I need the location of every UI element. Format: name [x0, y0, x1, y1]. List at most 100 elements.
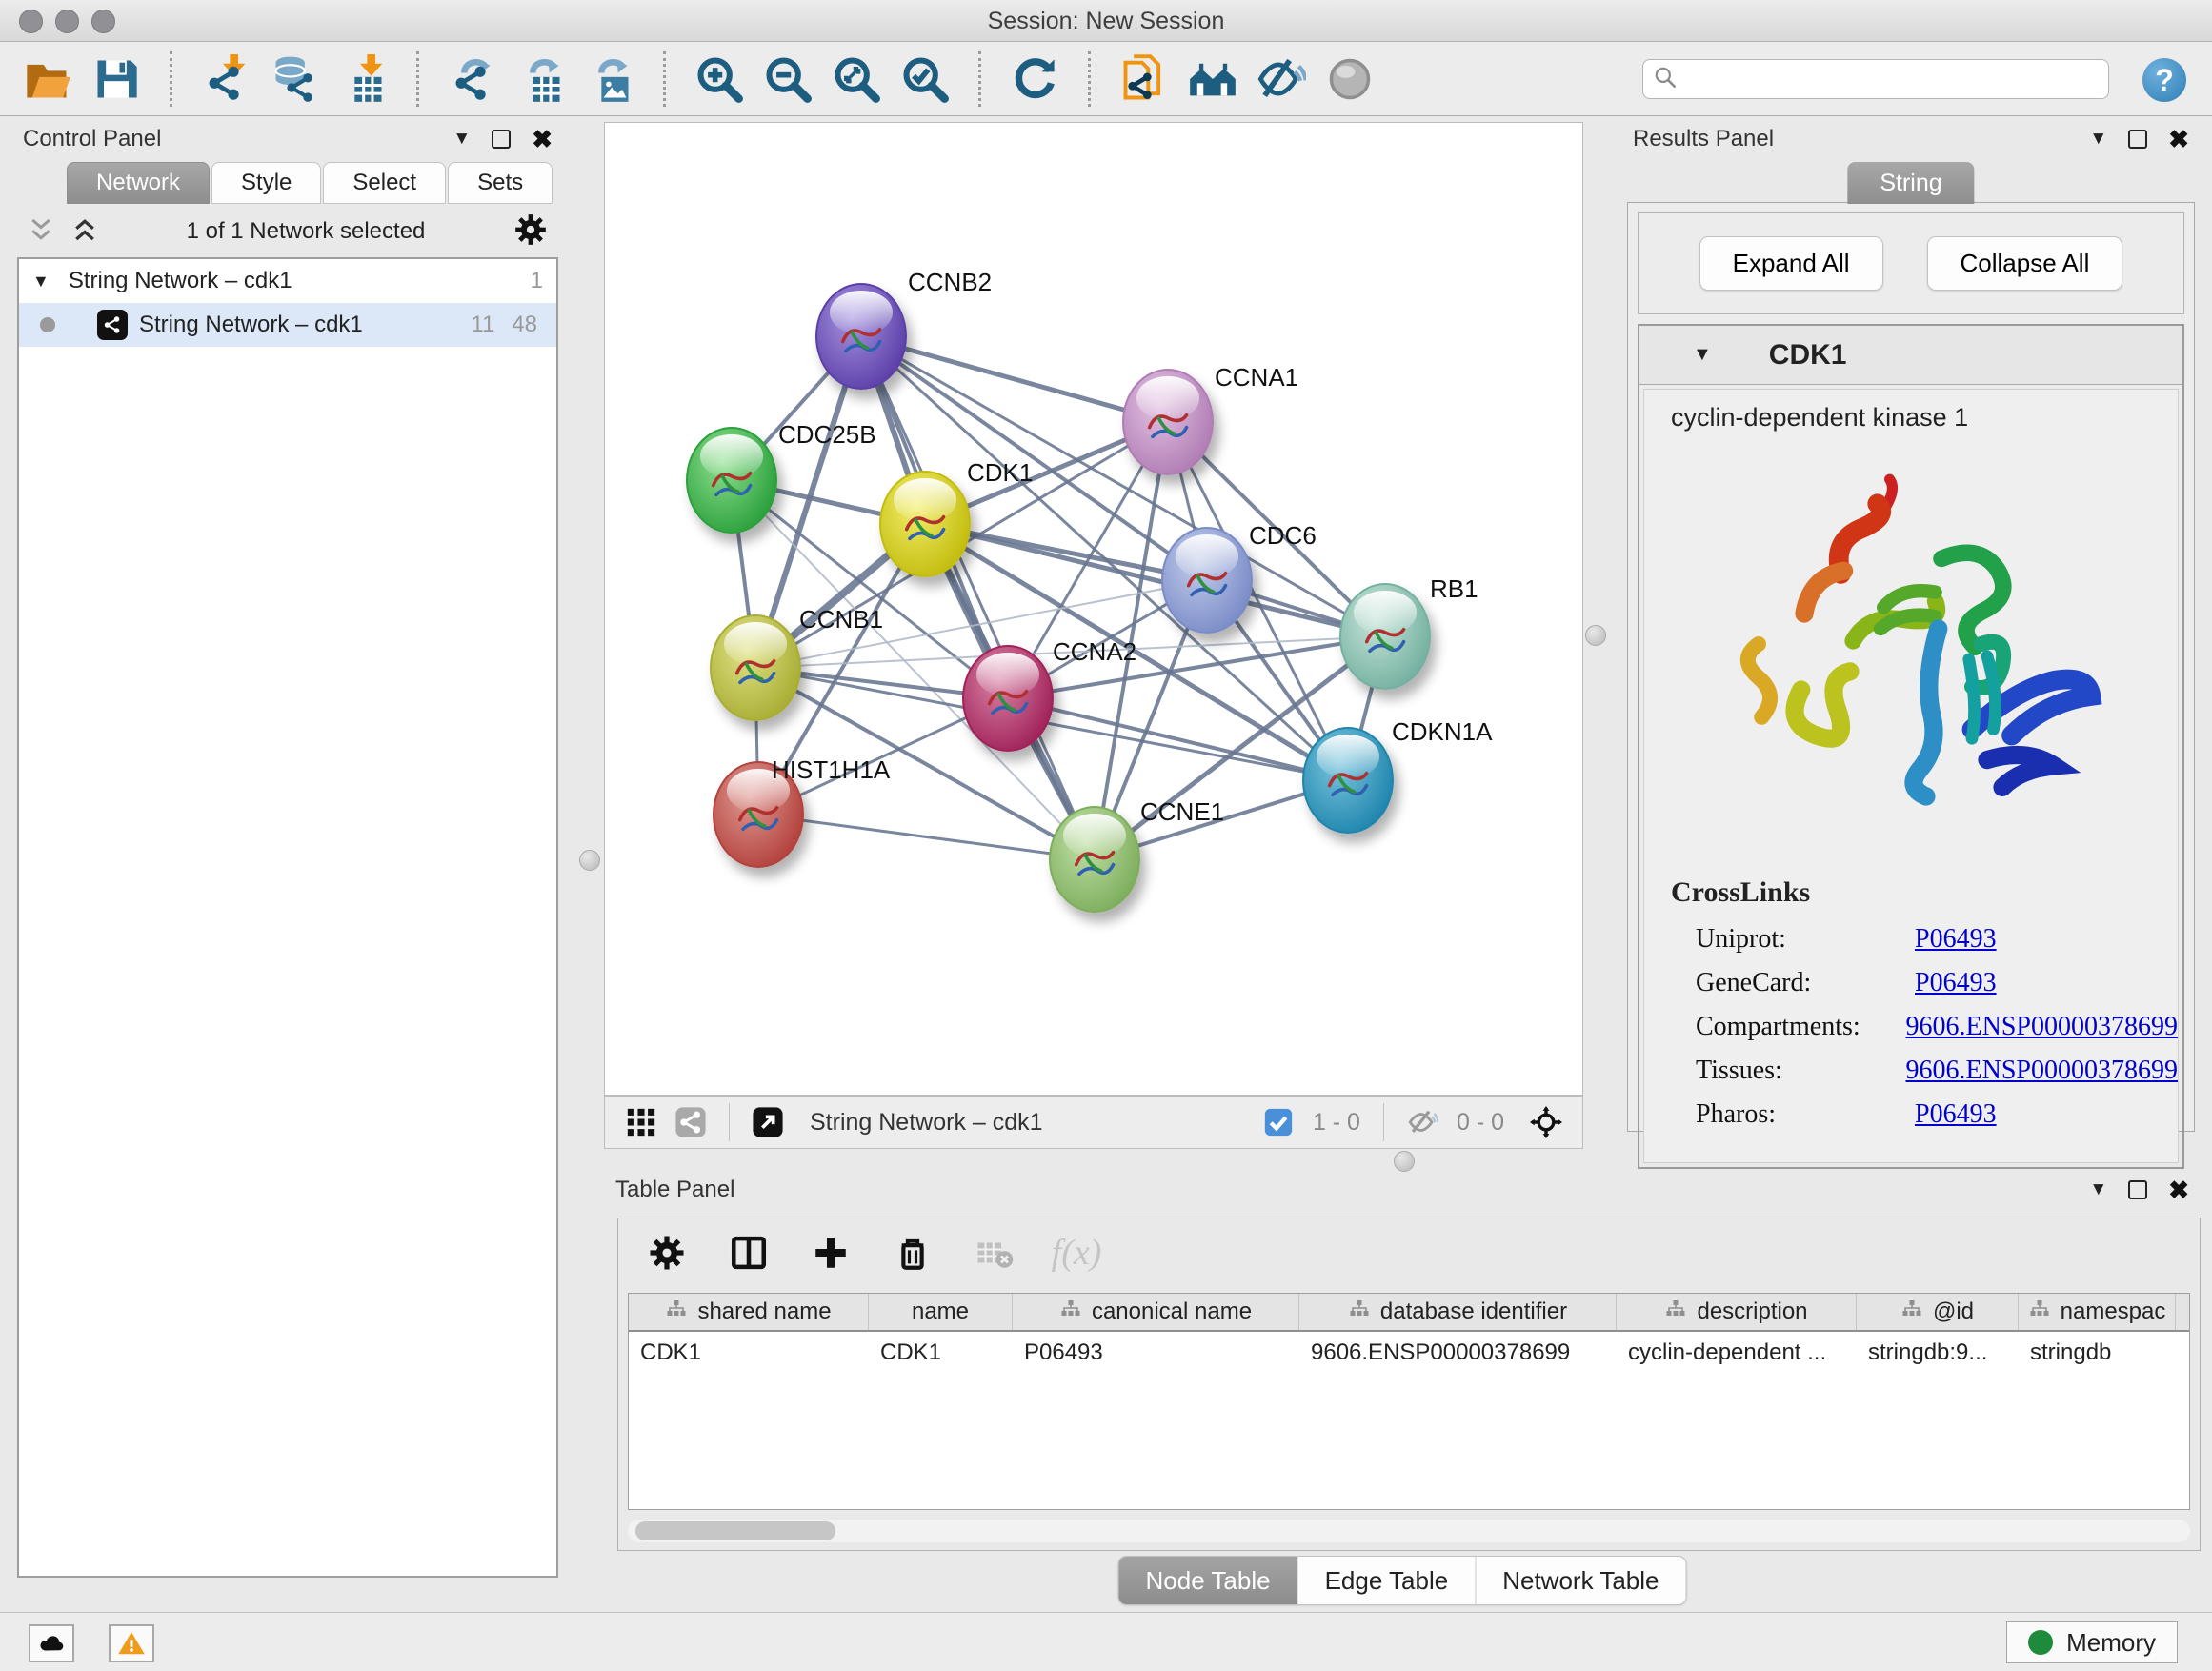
column-header-name[interactable]: name: [869, 1294, 1013, 1330]
node-cdc6[interactable]: [1161, 527, 1253, 634]
node-cdk1[interactable]: [879, 471, 971, 577]
node-result-header[interactable]: ▼ CDK1: [1639, 326, 2182, 385]
network-badge-gray-icon[interactable]: [672, 1103, 710, 1141]
panel-close-icon[interactable]: ✖: [532, 127, 553, 151]
delete-column-icon[interactable]: [891, 1231, 935, 1275]
table-row[interactable]: CDK1CDK1P064939606.ENSP00000378699cyclin…: [629, 1332, 2189, 1374]
zoom-in-icon[interactable]: [685, 50, 754, 108]
open-session-icon[interactable]: [13, 50, 82, 108]
zoom-selected-icon[interactable]: [891, 50, 959, 108]
selected-checkbox-icon[interactable]: [1259, 1103, 1297, 1141]
export-network-icon[interactable]: [438, 50, 507, 108]
tab-edge-table[interactable]: Edge Table: [1298, 1557, 1477, 1604]
import-table-icon[interactable]: [329, 50, 397, 108]
table-settings-gear-icon[interactable]: [645, 1231, 689, 1275]
crosslink-link[interactable]: 9606.ENSP00000378699: [1906, 1012, 2178, 1042]
panel-menu-icon[interactable]: ▼: [2089, 129, 2107, 150]
panel-float-icon[interactable]: [2128, 1180, 2147, 1199]
column-header-description[interactable]: description: [1617, 1294, 1857, 1330]
cloud-status-icon[interactable]: [29, 1624, 74, 1662]
crosslink-link[interactable]: P06493: [1915, 968, 1997, 998]
edge[interactable]: [861, 336, 1095, 859]
cell-shared-name[interactable]: CDK1: [629, 1339, 869, 1366]
tab-select[interactable]: Select: [323, 162, 446, 204]
panel-float-icon[interactable]: [2128, 130, 2147, 149]
cell-namespac[interactable]: stringdb: [2019, 1339, 2176, 1366]
export-image-icon[interactable]: [575, 50, 644, 108]
collapse-all-icon[interactable]: [27, 215, 55, 249]
node-cdc25b[interactable]: [686, 427, 777, 534]
tab-node-table[interactable]: Node Table: [1119, 1557, 1298, 1604]
node-ccnb1[interactable]: [710, 614, 801, 721]
network-options-gear-icon[interactable]: [513, 211, 549, 252]
node-ccne1[interactable]: [1049, 806, 1140, 913]
add-column-icon[interactable]: [809, 1231, 853, 1275]
hide-selected-icon[interactable]: [1247, 50, 1316, 108]
scrollbar-thumb[interactable]: [635, 1521, 835, 1540]
warning-icon[interactable]: [109, 1624, 154, 1662]
cell-canonical-name[interactable]: P06493: [1013, 1339, 1299, 1366]
save-session-icon[interactable]: [82, 50, 151, 108]
collection-disclosure-icon[interactable]: ▼: [32, 272, 50, 292]
panel-menu-icon[interactable]: ▼: [452, 129, 471, 150]
memory-button[interactable]: Memory: [2006, 1621, 2178, 1663]
node-rb1[interactable]: [1339, 583, 1431, 690]
export-table-icon[interactable]: [507, 50, 575, 108]
help-icon[interactable]: ?: [2142, 58, 2186, 102]
cell-description[interactable]: cyclin-dependent ...: [1617, 1339, 1857, 1366]
refresh-icon[interactable]: [1000, 50, 1069, 108]
right-splitter[interactable]: [1583, 621, 1608, 650]
panel-close-icon[interactable]: ✖: [2168, 127, 2189, 151]
node-cdkn1a[interactable]: [1302, 727, 1394, 834]
crosslink-link[interactable]: P06493: [1915, 924, 1997, 955]
collapse-all-button[interactable]: Collapse All: [1927, 236, 2123, 291]
import-network-file-icon[interactable]: [191, 50, 260, 108]
column-header-namespac[interactable]: namespac: [2019, 1294, 2176, 1330]
splitter-handle[interactable]: [1394, 1151, 1415, 1172]
tab-style[interactable]: Style: [211, 162, 321, 204]
splitter-handle[interactable]: [579, 850, 600, 871]
tab-network-table[interactable]: Network Table: [1476, 1557, 1685, 1604]
left-splitter[interactable]: [577, 846, 602, 875]
column-header-database-identifier[interactable]: database identifier: [1299, 1294, 1617, 1330]
zoom-out-icon[interactable]: [754, 50, 822, 108]
crosslink-link[interactable]: P06493: [1915, 1099, 1997, 1130]
detach-view-icon[interactable]: [749, 1103, 787, 1141]
string-home-icon[interactable]: [1178, 50, 1247, 108]
node-ccnb2[interactable]: [815, 283, 907, 390]
search-input[interactable]: [1685, 65, 2108, 93]
share-session-file-icon[interactable]: [1110, 50, 1178, 108]
column-header--id[interactable]: @id: [1857, 1294, 2019, 1330]
network-canvas[interactable]: CCNB2 CCNA1 CDC25B CDK1 CDC6 RB1 CCNB1 C…: [604, 122, 1583, 1096]
expand-all-button[interactable]: Expand All: [1699, 236, 1883, 291]
grid-view-icon[interactable]: [622, 1103, 660, 1141]
collapse-section-icon[interactable]: ▼: [1693, 344, 1712, 366]
node-ccna2[interactable]: [962, 645, 1054, 752]
node-ccna1[interactable]: [1122, 369, 1214, 475]
show-columns-icon[interactable]: [727, 1231, 771, 1275]
show-selected-icon[interactable]: [1316, 50, 1384, 108]
zoom-fit-icon[interactable]: [822, 50, 891, 108]
panel-float-icon[interactable]: [492, 130, 511, 149]
crosslink-link[interactable]: 9606.ENSP00000378699: [1906, 1056, 2178, 1086]
network-row-selected[interactable]: String Network – cdk1 11 48: [19, 303, 556, 347]
import-network-database-icon[interactable]: [260, 50, 329, 108]
edge[interactable]: [758, 815, 1095, 859]
expand-all-icon[interactable]: [70, 215, 99, 249]
cell-name[interactable]: CDK1: [869, 1339, 1013, 1366]
cell--id[interactable]: stringdb:9...: [1857, 1339, 2019, 1366]
fit-content-crosshair-icon[interactable]: [1527, 1103, 1565, 1141]
column-header-shared-name[interactable]: shared name: [629, 1294, 869, 1330]
hidden-eye-slash-icon[interactable]: [1403, 1103, 1441, 1141]
panel-menu-icon[interactable]: ▼: [2089, 1179, 2107, 1200]
column-header-canonical-name[interactable]: canonical name: [1013, 1294, 1299, 1330]
tab-string[interactable]: String: [1847, 162, 1974, 204]
panel-close-icon[interactable]: ✖: [2168, 1178, 2189, 1202]
tab-sets[interactable]: Sets: [448, 162, 553, 204]
network-collection-row[interactable]: ▼ String Network – cdk1 1: [19, 259, 556, 303]
splitter-handle[interactable]: [1585, 625, 1606, 646]
search-box[interactable]: [1642, 59, 2109, 99]
tab-network[interactable]: Network: [67, 162, 210, 204]
horizontal-scrollbar[interactable]: [628, 1520, 2190, 1542]
cell-database-identifier[interactable]: 9606.ENSP00000378699: [1299, 1339, 1617, 1366]
